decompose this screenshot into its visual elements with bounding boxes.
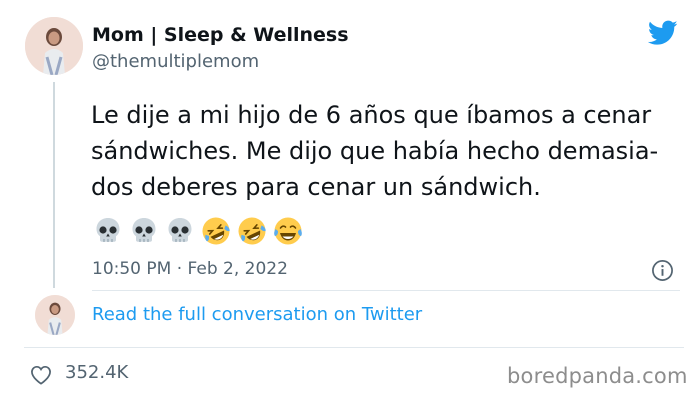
tweet-text-line: dos deberes para cenar un sándwich. <box>91 173 541 201</box>
author-display-name[interactable]: Mom | Sleep & Wellness <box>92 24 349 46</box>
heart-icon[interactable] <box>30 365 52 385</box>
author-avatar[interactable] <box>25 17 83 75</box>
tweet-text-line: Le dije a mi hijo de 6 años que íbamos a… <box>91 101 652 129</box>
skull-emoji-icon <box>96 218 120 242</box>
twitter-bird-icon[interactable] <box>648 20 678 46</box>
thread-connector-line <box>53 82 55 288</box>
author-avatar-small[interactable] <box>35 295 75 335</box>
tears-of-joy-emoji-icon <box>274 217 302 245</box>
tweet-text-line: sándwiches. Me dijo que había hecho dema… <box>91 137 659 165</box>
tweet-text: Le dije a mi hijo de 6 años que íbamos a… <box>91 97 671 205</box>
divider <box>24 347 684 348</box>
skull-emoji-icon <box>168 218 192 242</box>
tweet-timestamp[interactable]: 10:50 PM · Feb 2, 2022 <box>92 259 288 279</box>
avatar-image <box>35 295 75 335</box>
rolling-laughing-emoji-icon <box>238 217 266 245</box>
rolling-laughing-emoji-icon <box>202 217 230 245</box>
boredpanda-watermark: boredpanda.com <box>507 364 688 388</box>
like-count: 352.4K <box>65 362 129 383</box>
emoji-row <box>92 215 304 247</box>
info-icon[interactable] <box>651 259 674 282</box>
divider <box>92 290 680 291</box>
avatar-image <box>25 17 83 75</box>
skull-emoji-icon <box>132 218 156 242</box>
author-handle[interactable]: @themultiplemom <box>92 51 259 72</box>
read-full-conversation-link[interactable]: Read the full conversation on Twitter <box>92 304 422 325</box>
